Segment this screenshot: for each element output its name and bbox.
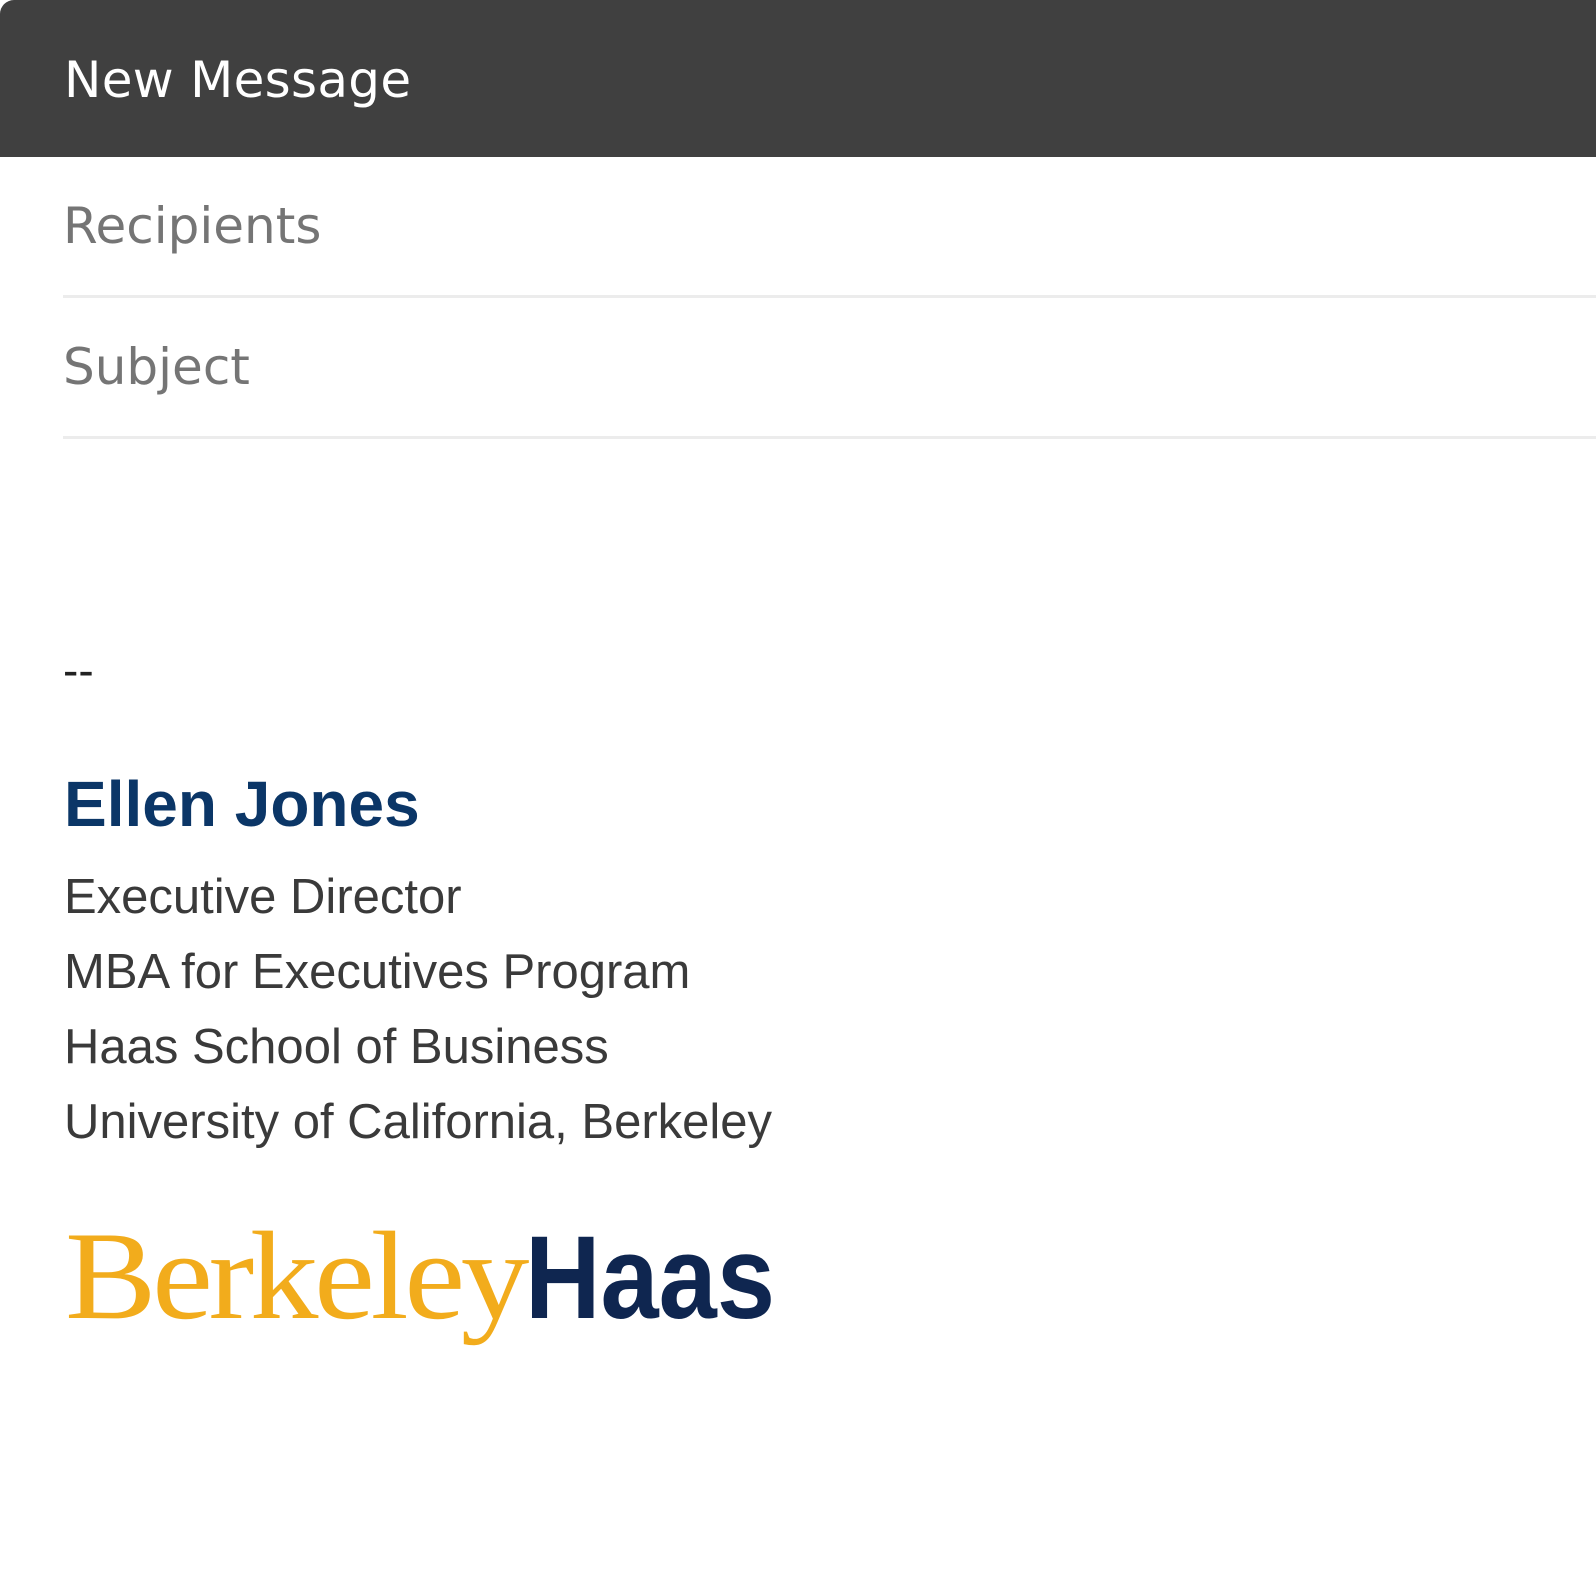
window-title: New Message	[64, 51, 412, 109]
signature-title: Executive Director	[64, 870, 462, 924]
signature-university: University of California, Berkeley	[64, 1095, 773, 1149]
logo-image: Berkeley Haas	[65, 1207, 775, 1346]
recipients-input[interactable]	[63, 157, 1596, 295]
berkeley-haas-logo: Berkeley Haas	[63, 1203, 823, 1363]
signature-name: Ellen Jones	[64, 768, 420, 840]
logo-berkeley-text: Berkeley	[65, 1207, 529, 1346]
subject-field[interactable]	[63, 298, 1596, 439]
recipients-field[interactable]	[63, 157, 1596, 298]
signature-separator: --	[63, 644, 94, 696]
logo-haas-text: Haas	[525, 1212, 775, 1344]
subject-input[interactable]	[63, 298, 1596, 436]
message-body[interactable]: -- Ellen Jones Executive Director MBA fo…	[63, 441, 1596, 1576]
compose-window: New Message -- Ellen Jones Executive Dir…	[0, 0, 1596, 1576]
compose-titlebar[interactable]: New Message	[0, 0, 1596, 157]
signature-school: Haas School of Business	[64, 1020, 609, 1074]
signature-program: MBA for Executives Program	[64, 945, 691, 999]
